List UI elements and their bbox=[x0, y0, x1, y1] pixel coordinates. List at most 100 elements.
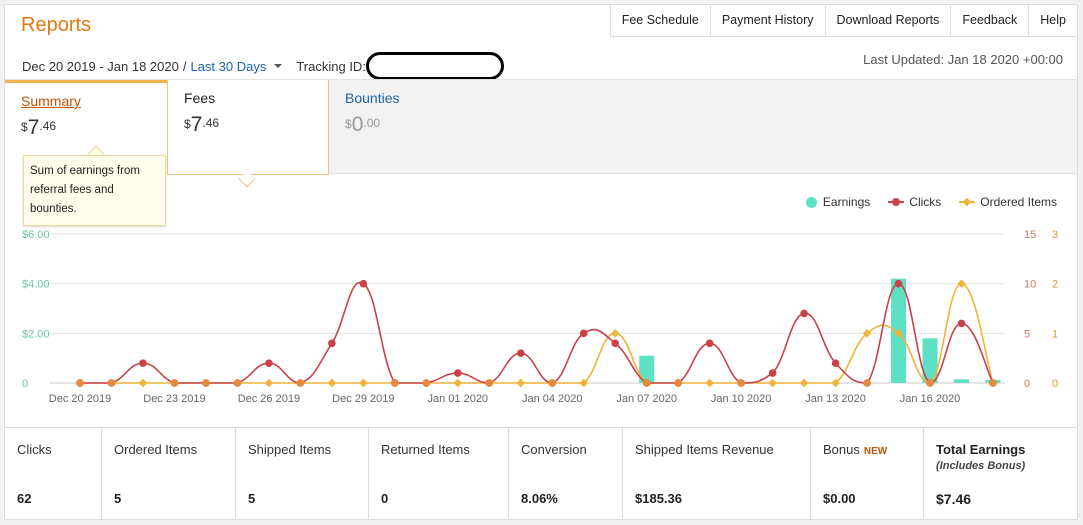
stat-bonus: Bonus NEW $0.00 bbox=[811, 428, 924, 521]
clicks-point-zero bbox=[642, 379, 651, 387]
clicks-point-zero bbox=[391, 379, 399, 387]
clicks-point-zero bbox=[737, 379, 745, 387]
stat-total-earnings-value: $7.46 bbox=[936, 491, 972, 507]
last-updated-text: Last Updated: Jan 18 2020 +00:00 bbox=[863, 52, 1063, 67]
legend-earnings[interactable]: Earnings bbox=[805, 195, 871, 209]
tab-bounties[interactable]: Bounties $0.00 bbox=[329, 80, 489, 175]
clicks-point bbox=[139, 359, 147, 367]
x-axis-tick: Jan 07 2020 bbox=[616, 393, 677, 405]
ordered-items-point bbox=[453, 378, 463, 388]
stat-clicks-label: Clicks bbox=[17, 442, 52, 457]
chart-legend: Earnings Clicks Ordered Items bbox=[788, 195, 1057, 209]
tab-fees[interactable]: Fees $7.46 bbox=[167, 80, 329, 175]
stat-total-earnings: Total Earnings (Includes Bonus) $7.46 bbox=[924, 428, 1077, 521]
clicks-point-zero bbox=[548, 379, 557, 387]
date-range-row: Dec 20 2019 - Jan 18 2020 / Last 30 Days… bbox=[22, 52, 504, 80]
clicks-point-zero bbox=[170, 379, 179, 387]
ordered-items-point bbox=[957, 279, 966, 288]
clicks-point-zero bbox=[202, 379, 210, 387]
clicks-point-zero bbox=[233, 379, 242, 387]
ordered-items-point bbox=[799, 378, 809, 388]
y-axis-clicks-tick: 0 bbox=[1024, 378, 1030, 390]
ordered-items-point bbox=[768, 378, 777, 388]
chevron-down-icon[interactable] bbox=[274, 64, 283, 68]
help-button[interactable]: Help bbox=[1029, 5, 1077, 36]
tab-bounties-amount: $0.00 bbox=[345, 113, 381, 136]
stat-ordered-items-label: Ordered Items bbox=[114, 442, 198, 457]
feedback-button[interactable]: Feedback bbox=[951, 5, 1030, 36]
legend-items-label: Ordered Items bbox=[980, 195, 1057, 209]
payment-history-button[interactable]: Payment History bbox=[711, 5, 826, 36]
ordered-items-point bbox=[264, 378, 274, 388]
stat-bonus-label: Bonus NEW bbox=[823, 442, 888, 457]
items-line-icon bbox=[959, 197, 976, 207]
earnings-bar bbox=[954, 379, 970, 383]
stat-returned-items-value: 0 bbox=[381, 491, 389, 506]
tracking-id-selector[interactable] bbox=[365, 52, 504, 80]
y-axis-items-tick: 1 bbox=[1052, 328, 1058, 340]
tab-summary-label[interactable]: Summary bbox=[21, 93, 151, 109]
y-axis-clicks-tick: 10 bbox=[1024, 279, 1036, 291]
stat-shipped-revenue-label: Shipped Items Revenue bbox=[635, 442, 774, 457]
stat-shipped-items-label: Shipped Items bbox=[248, 442, 332, 457]
x-axis-tick: Jan 13 2020 bbox=[805, 393, 866, 405]
stat-shipped-revenue: Shipped Items Revenue $185.36 bbox=[623, 428, 811, 521]
x-axis-tick: Jan 10 2020 bbox=[711, 393, 772, 405]
top-navigation: Fee Schedule Payment History Download Re… bbox=[609, 5, 1077, 37]
ordered-items-point bbox=[610, 329, 620, 338]
clicks-line-icon bbox=[888, 197, 905, 207]
stat-returned-items-label: Returned Items bbox=[381, 442, 470, 457]
y-axis-earnings-tick: $2.00 bbox=[22, 328, 50, 340]
clicks-point bbox=[800, 309, 808, 318]
clicks-point bbox=[705, 339, 714, 348]
x-axis-tick: Jan 04 2020 bbox=[522, 393, 583, 405]
x-axis-tick: Dec 23 2019 bbox=[143, 393, 205, 405]
stat-bonus-value: $0.00 bbox=[823, 491, 856, 506]
stat-shipped-items: Shipped Items 5 bbox=[236, 428, 369, 521]
clicks-point-zero bbox=[296, 379, 305, 387]
clicks-line bbox=[80, 281, 994, 384]
ordered-items-point bbox=[138, 378, 148, 388]
y-axis-items-tick: 0 bbox=[1052, 378, 1058, 390]
earnings-chart: $6.00 15 3$4.00 10 2$2.00 5 10 0 0Dec 20 2019 Dec… bbox=[22, 229, 1058, 405]
legend-ordered-items[interactable]: Ordered Items bbox=[959, 195, 1057, 209]
fee-schedule-button[interactable]: Fee Schedule bbox=[611, 5, 711, 36]
clicks-point-zero bbox=[485, 379, 494, 387]
ordered-items-point bbox=[705, 378, 714, 388]
legend-earnings-label: Earnings bbox=[822, 195, 871, 209]
x-axis-tick: Dec 29 2019 bbox=[332, 393, 394, 405]
tab-summary-amount: $7.46 bbox=[21, 116, 57, 139]
tab-fees-amount: $7.46 bbox=[184, 113, 220, 136]
stat-total-earnings-note: (Includes Bonus) bbox=[936, 460, 1026, 472]
clicks-point bbox=[265, 359, 273, 367]
stat-conversion-label: Conversion bbox=[521, 442, 587, 457]
stat-shipped-items-value: 5 bbox=[248, 491, 256, 506]
date-range-text: Dec 20 2019 - Jan 18 2020 bbox=[22, 58, 179, 74]
date-preset-dropdown[interactable]: Last 30 Days bbox=[190, 59, 266, 74]
new-badge: NEW bbox=[863, 446, 888, 457]
clicks-point bbox=[768, 369, 777, 377]
tab-bounties-label[interactable]: Bounties bbox=[345, 90, 473, 106]
tab-fees-label[interactable]: Fees bbox=[184, 90, 312, 106]
x-axis-tick: Jan 16 2020 bbox=[900, 393, 961, 405]
y-axis-items-tick: 2 bbox=[1052, 279, 1058, 291]
stats-bar: Clicks 62 Ordered Items 5 Shipped Items … bbox=[5, 427, 1077, 521]
clicks-point bbox=[579, 329, 588, 338]
stat-ordered-items-value: 5 bbox=[114, 491, 122, 506]
download-reports-button[interactable]: Download Reports bbox=[826, 5, 952, 36]
y-axis-earnings-tick: $6.00 bbox=[22, 229, 50, 241]
x-axis-tick: Dec 26 2019 bbox=[238, 393, 300, 405]
earnings-dot-icon bbox=[805, 196, 817, 208]
clicks-point-zero bbox=[76, 379, 84, 387]
tracking-id-label: Tracking ID: bbox=[296, 58, 366, 74]
stat-ordered-items: Ordered Items 5 bbox=[102, 428, 236, 521]
clicks-point bbox=[516, 349, 525, 357]
legend-clicks[interactable]: Clicks bbox=[888, 195, 941, 209]
stat-clicks: Clicks 62 bbox=[5, 428, 102, 521]
clicks-point bbox=[957, 319, 966, 328]
legend-clicks-label: Clicks bbox=[909, 195, 942, 209]
clicks-point bbox=[831, 359, 840, 367]
stat-conversion-value: 8.06% bbox=[521, 491, 558, 506]
clicks-point bbox=[894, 279, 903, 288]
ordered-items-point bbox=[516, 378, 526, 388]
